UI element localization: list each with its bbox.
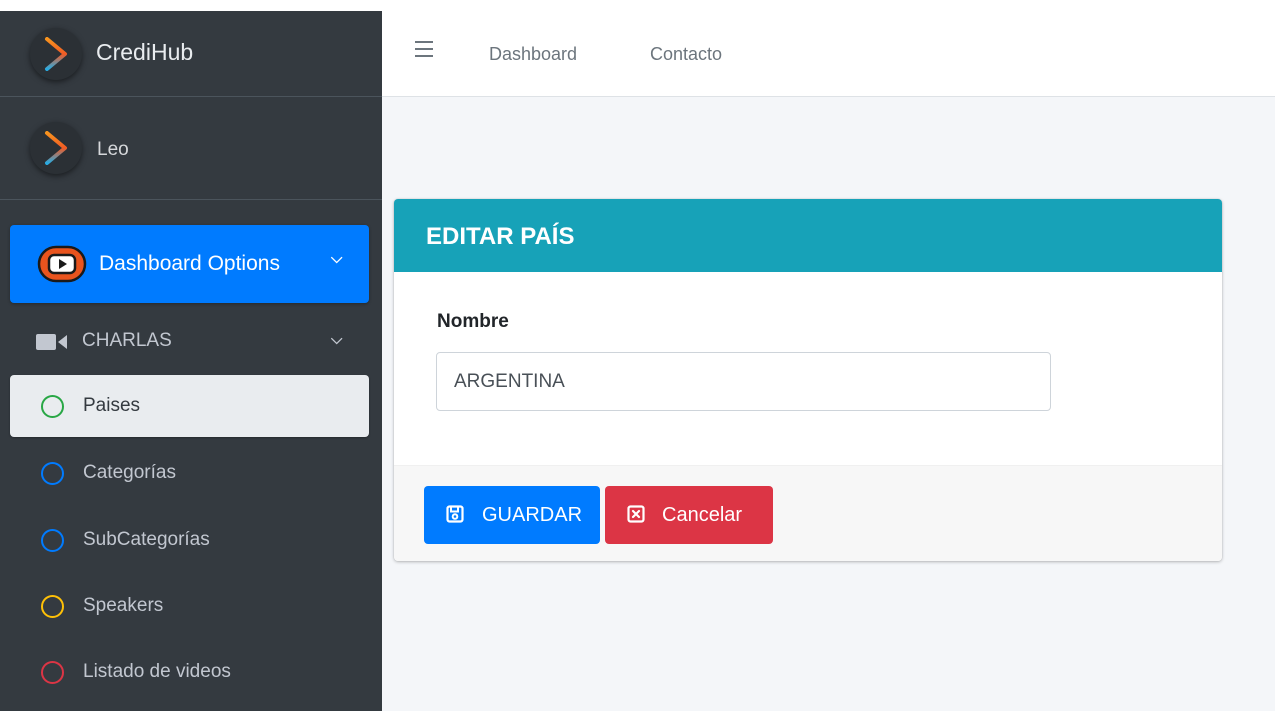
nombre-label: Nombre: [437, 311, 509, 332]
sidebar-item-label: Speakers: [83, 595, 164, 616]
sidebar-item-label: SubCategorías: [83, 529, 210, 550]
cancel-button-label: Cancelar: [662, 504, 743, 526]
nombre-input[interactable]: [436, 352, 1051, 411]
floppy-disk-icon: [446, 505, 464, 523]
circle-icon: [41, 529, 64, 552]
circle-icon: [41, 462, 64, 485]
edit-country-card: EDITAR PAÍS Nombre GUARDAR Cancelar: [394, 199, 1222, 561]
nav-link-dashboard[interactable]: Dashboard: [489, 44, 577, 65]
brand-name: CrediHub: [96, 39, 194, 65]
save-button[interactable]: GUARDAR: [424, 486, 600, 544]
sidebar-item-label: Paises: [83, 395, 141, 416]
sidebar-item-categorias[interactable]: Categorías: [10, 442, 369, 504]
sidebar-item-paises[interactable]: Paises: [10, 375, 369, 437]
youtube-icon: [37, 245, 87, 283]
sidebar-item-label: Listado de videos: [83, 661, 231, 682]
card-title: EDITAR PAÍS: [426, 223, 575, 250]
sidebar-item-label: Dashboard Options: [99, 252, 280, 275]
hamburger-icon[interactable]: [415, 41, 435, 62]
user-panel[interactable]: Leo: [0, 98, 382, 200]
sidebar-item-label: Categorías: [83, 462, 176, 483]
close-square-icon: [627, 505, 645, 523]
save-button-label: GUARDAR: [482, 504, 583, 526]
card-header: EDITAR PAÍS: [394, 199, 1222, 272]
card-footer: GUARDAR Cancelar: [394, 465, 1222, 561]
top-navbar: Dashboard Contacto: [382, 11, 1275, 97]
chevron-logo-icon: [30, 28, 82, 80]
circle-icon: [41, 661, 64, 684]
sidebar-section-charlas[interactable]: CHARLAS ⌵: [10, 311, 369, 371]
top-strip: [0, 0, 1275, 11]
video-camera-icon: [36, 334, 67, 350]
nav-link-contacto[interactable]: Contacto: [650, 44, 722, 65]
sidebar-section-label: CHARLAS: [82, 330, 172, 351]
user-name: Leo: [97, 139, 129, 160]
sidebar-item-dashboard-options[interactable]: Dashboard Options ⌵: [10, 225, 369, 303]
chevron-down-icon: ⌵: [331, 330, 343, 348]
sidebar-item-speakers[interactable]: Speakers: [10, 575, 369, 637]
content-wrapper: EDITAR PAÍS Nombre GUARDAR Cancelar: [382, 97, 1275, 711]
circle-icon: [41, 595, 64, 618]
sidebar-item-subcategorias[interactable]: SubCategorías: [10, 509, 369, 571]
cancel-button[interactable]: Cancelar: [605, 486, 773, 544]
circle-icon: [41, 395, 64, 418]
chevron-down-icon: ⌵: [331, 249, 343, 267]
sidebar-item-listado-de-videos[interactable]: Listado de videos: [10, 641, 369, 703]
sidebar: CrediHub Leo Dashboard Options ⌵ CHARLAS…: [0, 11, 382, 711]
user-avatar-icon: [30, 122, 82, 174]
brand-link[interactable]: CrediHub: [0, 11, 382, 97]
